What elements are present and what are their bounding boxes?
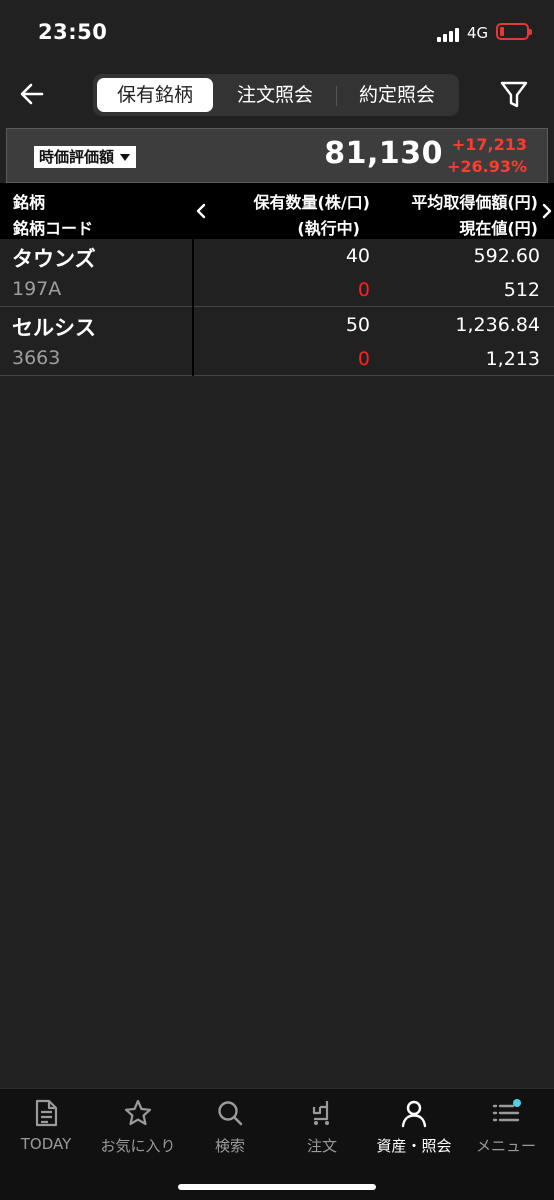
tab-holdings[interactable]: 保有銘柄 [97,78,213,112]
tab-label: TODAY [20,1135,72,1153]
average-price: 592.60 [473,245,540,267]
change-percent: +26.93% [446,157,527,176]
tab-search[interactable]: 検索 [184,1089,276,1169]
stock-code: 197A [12,278,62,300]
search-icon [218,1101,243,1126]
header-executing: (執行中) [297,219,360,238]
table-row[interactable]: タウンズ 197A 40 0 592.60 512 [0,239,554,307]
home-indicator [178,1184,376,1190]
status-time: 23:50 [38,20,108,44]
chevron-left-icon [196,203,206,219]
tab-execution-inquiry[interactable]: 約定照会 [339,78,455,112]
signal-icon [437,26,463,42]
tab-order[interactable]: 注文 [276,1089,368,1169]
nav-header: 保有銘柄 注文照会 約定照会 [0,66,554,122]
cart-icon [312,1101,329,1125]
holding-quantity: 40 [345,245,370,267]
holdings-table-header: 銘柄 銘柄コード 保有数量(株/口) (執行中) 平均取得価額(円) 現在値(円… [0,183,554,239]
header-current-price: 現在値(円) [459,219,538,238]
table-row[interactable]: セルシス 3663 50 0 1,236.84 1,213 [0,308,554,376]
stock-name: タウンズ [12,247,96,271]
back-button[interactable] [14,76,50,112]
valuation-type-label: 時価評価額 [39,148,115,166]
tab-label: 資産・照会 [376,1137,452,1155]
network-type: 4G [467,24,489,42]
tab-assets[interactable]: 資産・照会 [368,1089,460,1169]
view-segmented-control: 保有銘柄 注文照会 約定照会 [93,74,459,116]
segment-divider [336,86,337,106]
filter-button[interactable] [496,76,532,112]
tab-label: お気に入り [100,1137,176,1155]
status-bar: 23:50 4G [0,0,554,66]
stock-name: セルシス [12,316,96,340]
tab-label: 注文 [306,1137,337,1155]
tab-order-inquiry[interactable]: 注文照会 [217,78,333,112]
executing-quantity: 0 [357,279,370,301]
current-price: 512 [503,279,540,301]
tab-today[interactable]: TODAY [0,1089,92,1169]
stock-code: 3663 [12,347,61,369]
tab-label: 検索 [214,1137,245,1155]
document-icon [35,1099,58,1127]
holding-quantity: 50 [345,314,370,336]
change-amount: +17,213 [451,135,527,154]
header-quantity: 保有数量(株/口) [253,193,370,212]
header-code: 銘柄コード [13,219,94,238]
caret-down-icon [120,154,131,161]
filter-icon [500,81,528,108]
tab-label: メニュー [475,1137,536,1155]
chevron-right-icon [542,203,552,219]
total-market-value: 81,130 [324,136,443,171]
header-name: 銘柄 [13,193,46,212]
valuation-type-dropdown[interactable]: 時価評価額 [34,146,137,168]
executing-quantity: 0 [357,348,370,370]
notification-dot [513,1099,521,1107]
scroll-right-button[interactable] [540,201,554,221]
back-arrow-icon [20,83,44,105]
tab-favorites[interactable]: お気に入り [92,1089,184,1169]
person-icon [401,1100,427,1128]
valuation-summary: 時価評価額 81,130 +17,213 +26.93% [6,128,548,183]
current-price: 1,213 [485,348,540,370]
battery-icon [496,23,532,40]
column-divider [192,239,194,376]
average-price: 1,236.84 [455,314,540,336]
header-avg-price: 平均取得価額(円) [411,193,538,212]
scroll-left-button[interactable] [194,201,208,221]
star-icon [124,1099,152,1126]
tab-menu[interactable]: メニュー [460,1089,552,1169]
menu-icon [492,1099,521,1122]
